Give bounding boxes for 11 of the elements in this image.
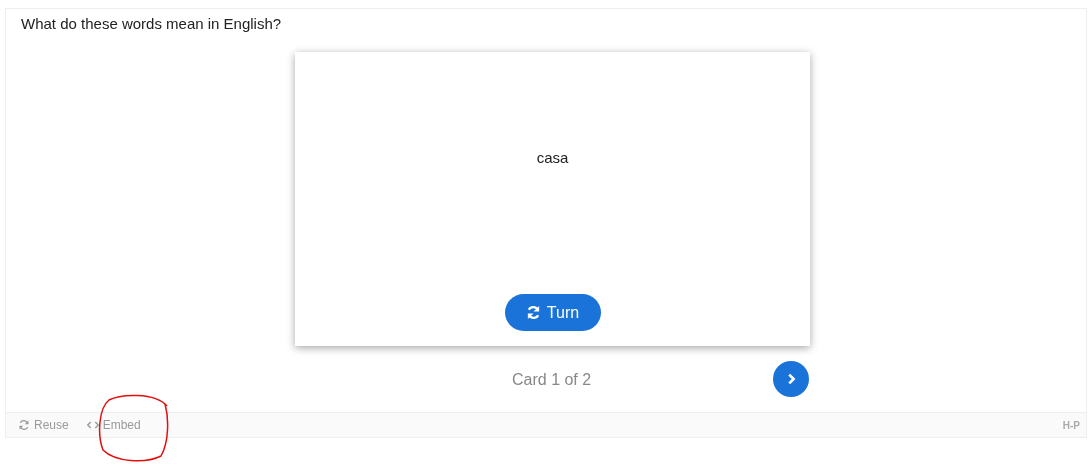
refresh-icon: [18, 419, 30, 431]
footer-link[interactable]: Embed: [86, 418, 141, 432]
logo: H-P: [1062, 419, 1080, 431]
card-counter: Card 1 of 2: [512, 371, 592, 389]
next-button[interactable]: [773, 361, 809, 397]
refresh-icon: [525, 305, 541, 320]
question-text: What do these words mean in English?: [20, 14, 283, 32]
footer-link[interactable]: Reuse: [18, 418, 69, 432]
code-icon: [86, 419, 99, 431]
turn-button[interactable]: Turn: [504, 294, 601, 331]
card-word: casa: [536, 149, 569, 166]
